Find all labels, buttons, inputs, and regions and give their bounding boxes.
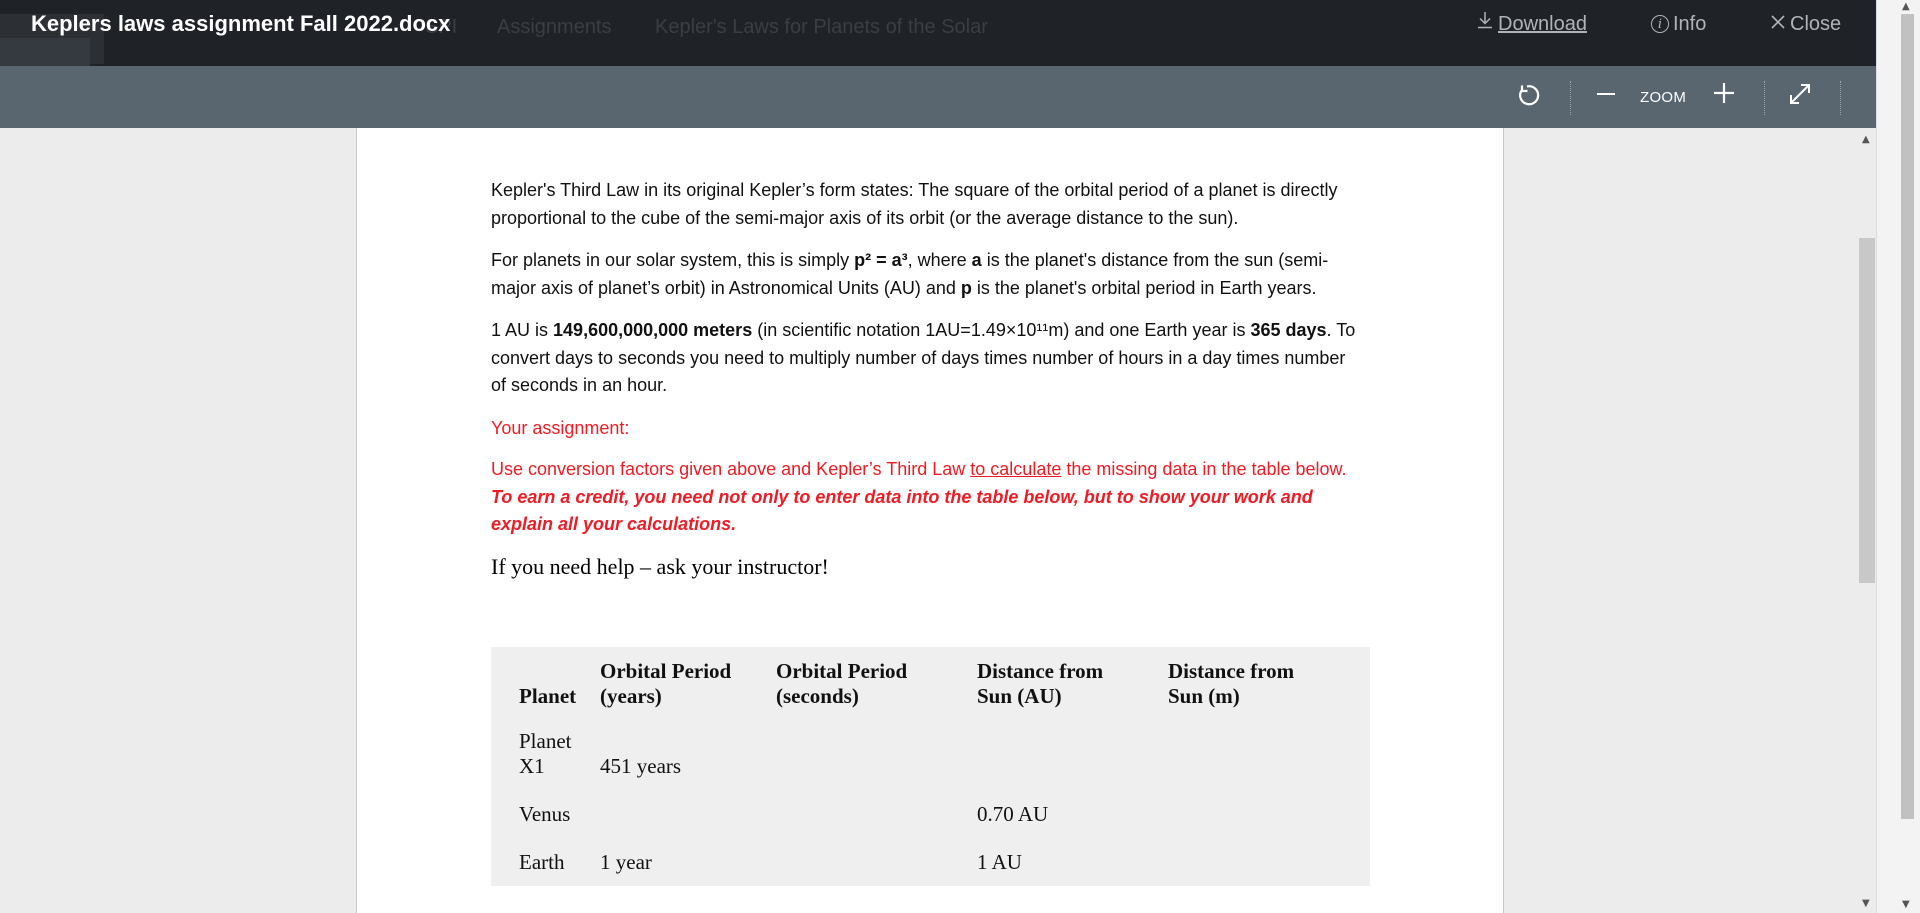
close-button[interactable]: Close: [1770, 10, 1841, 38]
viewer-header: SPI Assignments Kepler's Laws for Planet…: [0, 0, 1876, 66]
paragraph-conversion: 1 AU is 149,600,000,000 meters (in scien…: [491, 320, 1356, 395]
cell-planet: Planet X1: [519, 729, 572, 778]
info-label: Info: [1673, 13, 1707, 35]
close-icon: [1770, 10, 1786, 38]
cell-distance-m: [1168, 719, 1370, 790]
background-crumb-assignment: Kepler's Laws for Planets of the Solar: [655, 16, 988, 38]
table-row: Earth 1 year 1 AU: [491, 838, 1370, 886]
page-scroll-up-icon[interactable]: ▲: [1902, 1, 1910, 12]
info-icon: i: [1651, 15, 1669, 33]
expand-icon: [1788, 82, 1812, 110]
assignment-instructions: Use conversion factors given above and K…: [491, 459, 1347, 535]
background-crumb-assignments: Assignments: [497, 16, 612, 38]
minus-icon: [1596, 84, 1616, 108]
toolbar-divider: [1764, 81, 1765, 115]
rotate-button[interactable]: [1514, 83, 1542, 111]
plus-icon: [1713, 82, 1735, 108]
cell-distance-au: 1 AU: [977, 850, 1022, 874]
help-note: If you need help – ask your instructor!: [491, 553, 829, 579]
zoom-label: ZOOM: [1640, 89, 1687, 106]
page-scroll-down-icon[interactable]: ▼: [1902, 899, 1910, 910]
cell-period-seconds: [776, 838, 977, 886]
cell-distance-m: [1168, 838, 1370, 886]
cell-period-years: 451 years: [600, 754, 682, 778]
download-icon: [1476, 10, 1494, 38]
document-content: Kepler's Third Law in its original Keple…: [491, 177, 1361, 580]
header-period-years: Orbital Period (years): [600, 659, 732, 708]
download-label: Download: [1498, 13, 1587, 35]
close-label: Close: [1790, 13, 1842, 35]
scroll-up-arrow-icon[interactable]: ▲: [1862, 134, 1870, 145]
header-distance-au: Distance from Sun (AU): [977, 659, 1104, 708]
cell-period-years: 1 year: [600, 850, 652, 874]
page-scrollbar[interactable]: ▲ ▼: [1876, 0, 1920, 913]
header-distance-m: Distance from Sun (m): [1168, 659, 1295, 708]
background-sidebar-tile-lower: [0, 38, 90, 66]
planet-data-table: Planet Orbital Period (years) Orbital Per…: [491, 647, 1370, 886]
paragraph-kepler-law: Kepler's Third Law in its original Keple…: [491, 180, 1338, 228]
table-row: Planet X1 451 years: [491, 719, 1370, 790]
download-button[interactable]: Download: [1476, 10, 1587, 38]
zoom-out-button[interactable]: [1594, 84, 1618, 108]
cell-period-seconds: [776, 719, 977, 790]
table-header-row: Planet Orbital Period (years) Orbital Per…: [491, 647, 1370, 719]
info-button[interactable]: i Info: [1651, 10, 1706, 38]
scroll-down-arrow-icon[interactable]: ▼: [1862, 898, 1870, 909]
document-title: Keplers laws assignment Fall 2022.docx: [31, 11, 451, 36]
document-viewer[interactable]: Kepler's Third Law in its original Keple…: [0, 128, 1876, 913]
viewer-toolbar: ZOOM: [0, 66, 1876, 128]
document-page: Kepler's Third Law in its original Keple…: [356, 128, 1504, 913]
cell-distance-m: [1168, 790, 1370, 838]
assignment-heading: Your assignment:: [491, 417, 630, 438]
zoom-in-button[interactable]: [1712, 83, 1736, 107]
fullscreen-button[interactable]: [1787, 83, 1813, 109]
calculate-underline: to calculate: [970, 459, 1062, 479]
cell-planet: Venus: [519, 802, 571, 826]
header-period-seconds: Orbital Period (seconds): [776, 659, 908, 708]
page-scrollbar-thumb[interactable]: [1901, 14, 1914, 819]
toolbar-divider: [1840, 81, 1841, 115]
cell-distance-au: [977, 719, 1168, 790]
header-planet: Planet: [519, 684, 577, 708]
cell-period-years: [600, 790, 776, 838]
formula-text: p² = a³: [854, 250, 908, 270]
paragraph-formula: For planets in our solar system, this is…: [491, 250, 1329, 298]
cell-period-seconds: [776, 790, 977, 838]
cell-distance-au: 0.70 AU: [977, 802, 1049, 826]
table-row: Venus 0.70 AU: [491, 790, 1370, 838]
viewer-scrollbar-thumb[interactable]: [1859, 238, 1875, 583]
rotate-icon: [1515, 82, 1541, 112]
toolbar-divider: [1570, 81, 1571, 115]
cell-planet: Earth: [519, 850, 565, 874]
credit-requirement: To earn a credit, you need not only to e…: [491, 486, 1313, 535]
